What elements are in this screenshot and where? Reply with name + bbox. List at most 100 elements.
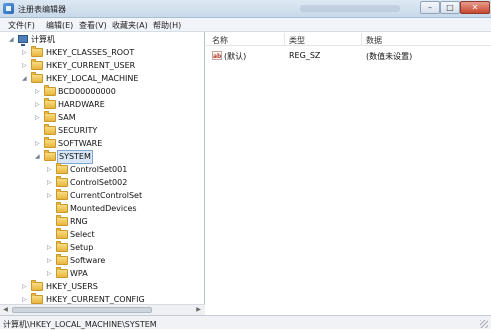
tree-node-system[interactable]: ◢ SYSTEM [0,150,200,164]
minimize-button[interactable]: – [420,1,440,14]
column-separator[interactable] [361,33,362,45]
folder-icon [31,59,43,70]
resize-grip-icon[interactable] [480,320,488,328]
expand-icon[interactable]: ▷ [47,244,53,251]
tree-node-label: Software [70,256,106,265]
value-row-default[interactable]: ab (默认) REG_SZ (数值未设置) [206,50,491,62]
tree-node-mounteddevices[interactable]: MountedDevices [0,202,200,215]
tree-node-label: BCD00000000 [58,87,116,96]
folder-icon [44,137,56,148]
tree-node-controlset001[interactable]: ▷ ControlSet001 [0,163,200,176]
computer-icon [18,35,28,46]
expand-icon[interactable]: ▷ [22,296,28,303]
tree-node-label: Select [70,230,95,239]
expand-icon[interactable]: ▷ [47,166,53,173]
tree-node-label: HARDWARE [58,100,105,109]
tree-node-computer[interactable]: ◢ 计算机 [0,34,200,46]
close-button[interactable]: ✕ [460,1,490,14]
tree-node-label: HKEY_LOCAL_MACHINE [46,74,139,83]
tree-node-setup[interactable]: ▷ Setup [0,241,200,254]
folder-icon [56,267,68,278]
column-separator[interactable] [284,33,285,45]
tree-node-hkey-local-machine[interactable]: ◢ HKEY_LOCAL_MACHINE [0,72,200,85]
tree-node-rng[interactable]: RNG [0,215,200,228]
collapse-icon[interactable]: ◢ [22,75,28,82]
values-list-header: 名称 类型 数据 [206,32,491,46]
tree-node-sam[interactable]: ▷ SAM [0,111,200,124]
tree-node-bcd00000000[interactable]: ▷ BCD00000000 [0,85,200,98]
tree-horizontal-scrollbar[interactable]: ◀ ▶ [0,304,205,315]
collapse-icon[interactable]: ◢ [9,36,15,43]
tree-node-hardware[interactable]: ▷ HARDWARE [0,98,200,111]
blurred-title-area [300,5,400,12]
title-bar: 注册表编辑器 – □ ✕ [0,0,491,18]
expand-icon[interactable]: ▷ [47,257,53,264]
menu-bar: 文件(F) 编辑(E) 查看(V) 收藏夹(A) 帮助(H) [0,18,491,32]
tree-node-label: ControlSet002 [70,178,128,187]
scroll-left-arrow-icon[interactable]: ◀ [1,306,10,314]
tree-node-system-software[interactable]: ▷ Software [0,254,200,267]
folder-icon [56,254,68,265]
folder-icon [56,163,68,174]
scroll-thumb[interactable] [12,307,152,313]
value-name: (默认) [224,52,247,61]
registry-tree-pane[interactable]: ◢ 计算机 ▷ HKEY_CLASSES_ROOT ▷ HKEY_CURRENT… [0,32,205,315]
tree-node-hkey-users[interactable]: ▷ HKEY_USERS [0,280,200,293]
expand-icon[interactable]: ▷ [35,114,41,121]
tree-node-controlset002[interactable]: ▷ ControlSet002 [0,176,200,189]
tree-node-select[interactable]: Select [0,228,200,241]
tree-node-label: HKEY_CURRENT_USER [46,61,136,70]
expand-icon[interactable]: ▷ [22,62,28,69]
folder-icon [56,228,68,239]
folder-icon [31,280,43,291]
string-value-ab-icon: ab [212,51,222,60]
status-bar: 计算机\HKEY_LOCAL_MACHINE\SYSTEM [0,315,491,329]
folder-icon [56,176,68,187]
tree-node-security[interactable]: SECURITY [0,124,200,137]
tree-node-label: SECURITY [58,126,98,135]
folder-icon [56,202,68,213]
expand-icon[interactable]: ▷ [22,49,28,56]
column-header-type[interactable]: 类型 [289,35,305,46]
expand-icon[interactable]: ▷ [47,192,53,199]
column-header-data[interactable]: 数据 [366,35,382,46]
tree-node-software[interactable]: ▷ SOFTWARE [0,137,200,150]
menu-help[interactable]: 帮助(H) [153,20,181,31]
tree-node-hkey-current-user[interactable]: ▷ HKEY_CURRENT_USER [0,59,200,72]
maximize-button[interactable]: □ [440,1,460,14]
tree-node-label: RNG [70,217,88,226]
tree-node-label: ControlSet001 [70,165,128,174]
expand-icon[interactable]: ▷ [35,101,41,108]
expand-icon[interactable]: ▷ [22,283,28,290]
tree-node-label: CurrentControlSet [70,191,143,200]
scroll-right-arrow-icon[interactable]: ▶ [194,306,203,314]
folder-icon [44,85,56,96]
tree-node-label: WPA [70,269,88,278]
tree-node-hkey-classes-root[interactable]: ▷ HKEY_CLASSES_ROOT [0,46,200,59]
folder-open-icon [31,72,43,83]
registry-values-pane[interactable]: 名称 类型 数据 ab (默认) REG_SZ (数值未设置) [206,32,491,315]
expand-icon[interactable]: ▷ [47,270,53,277]
folder-open-icon [44,150,56,161]
expand-icon[interactable]: ▷ [35,88,41,95]
window-title: 注册表编辑器 [18,5,66,14]
expand-icon[interactable]: ▷ [35,140,41,147]
folder-icon [44,98,56,109]
regedit-app-icon [3,3,14,14]
menu-favorites[interactable]: 收藏夹(A) [112,20,148,31]
tree-node-currentcontrolset[interactable]: ▷ CurrentControlSet [0,189,200,202]
folder-icon [56,241,68,252]
folder-icon [31,46,43,57]
menu-file[interactable]: 文件(F) [8,20,35,31]
expand-icon[interactable]: ▷ [47,179,53,186]
tree-node-label-selected: SYSTEM [57,150,93,164]
column-header-name[interactable]: 名称 [212,35,228,46]
menu-edit[interactable]: 编辑(E) [46,20,73,31]
tree-node-label: SAM [58,113,76,122]
collapse-icon[interactable]: ◢ [35,153,41,160]
folder-icon [56,215,68,226]
folder-icon [44,124,56,135]
menu-view[interactable]: 查看(V) [79,20,107,31]
tree-node-wpa[interactable]: ▷ WPA [0,267,200,280]
current-key-path: 计算机\HKEY_LOCAL_MACHINE\SYSTEM [3,320,157,329]
